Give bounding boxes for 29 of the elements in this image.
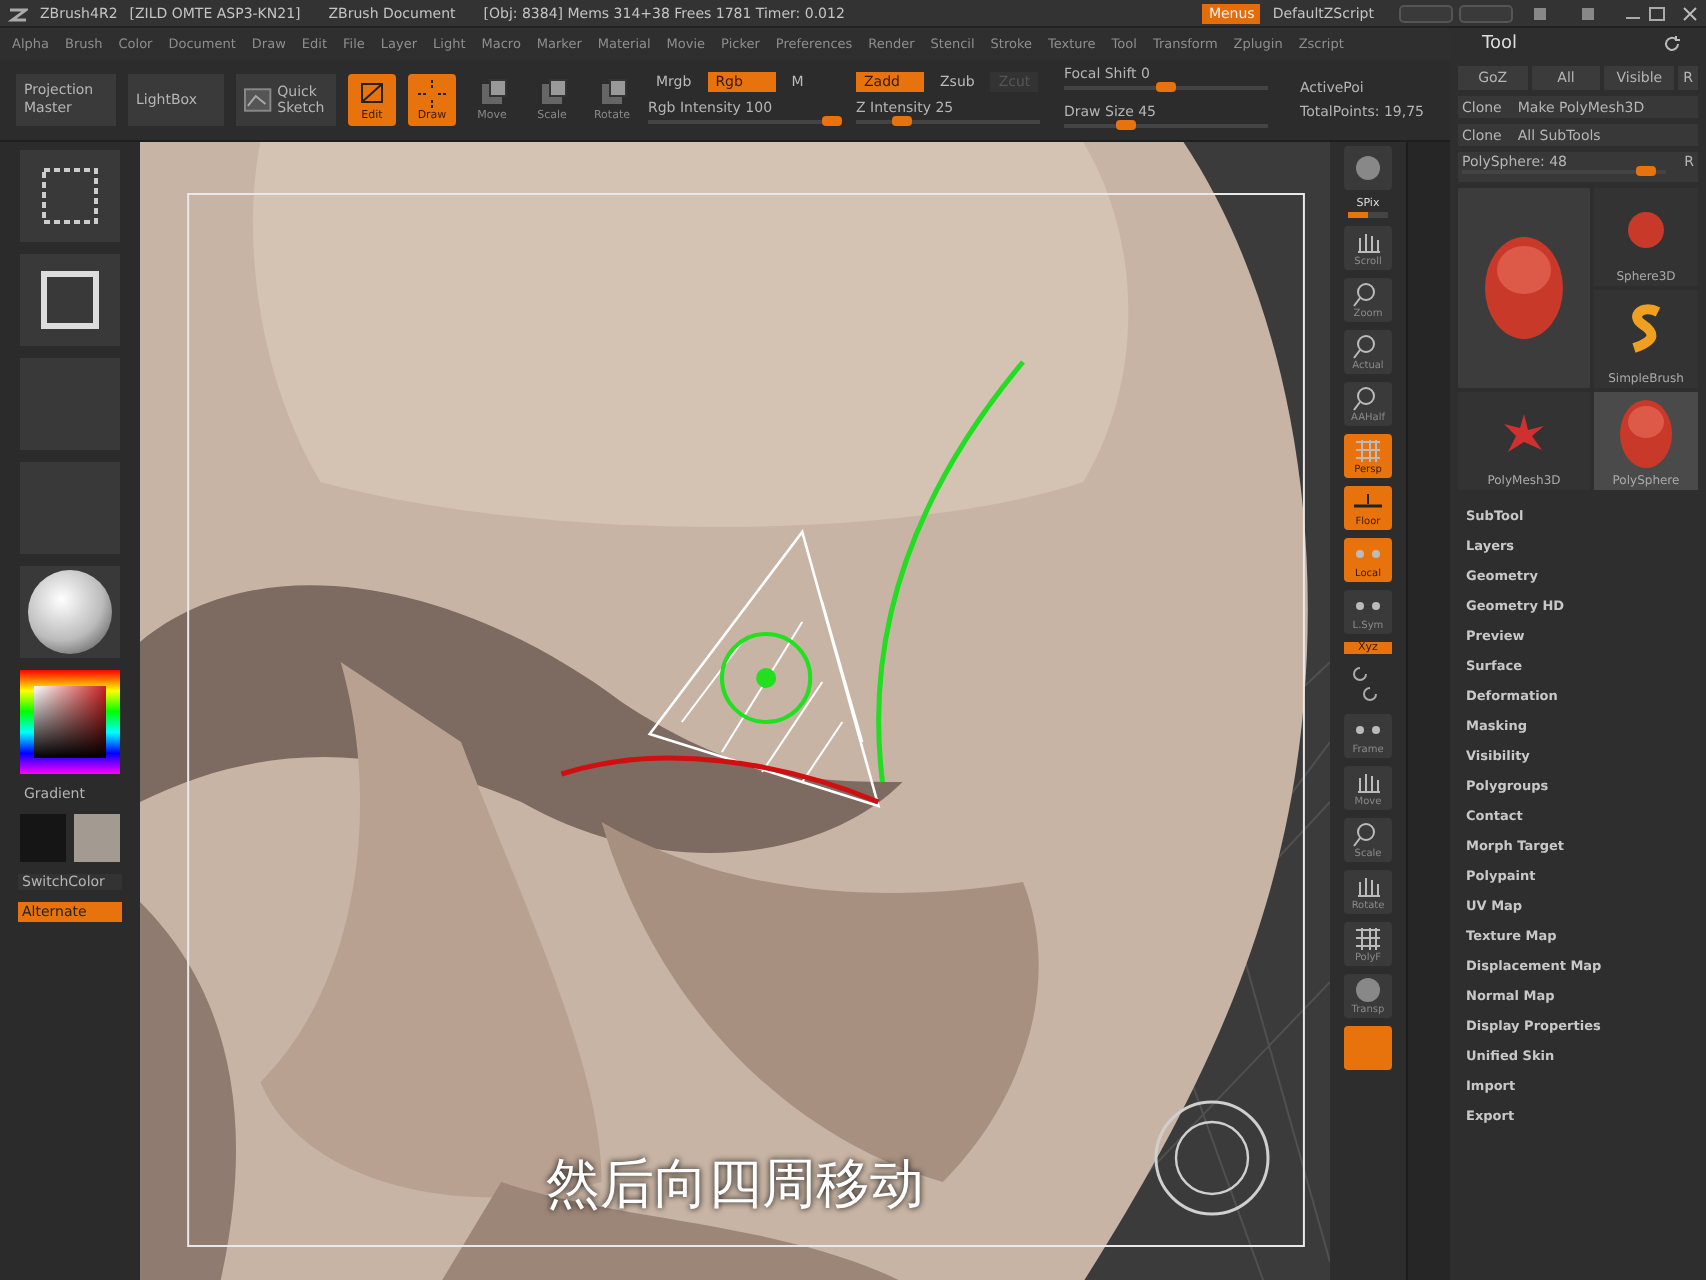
- sketch-icon: [244, 88, 272, 112]
- dotted-square-icon: [40, 166, 100, 226]
- thumbnail-button[interactable]: [20, 254, 120, 346]
- navigation-ring-icon: [1152, 1098, 1272, 1218]
- slider-thumb[interactable]: [1635, 166, 1656, 176]
- slider-thumb[interactable]: [1156, 82, 1176, 92]
- slider-thumb[interactable]: [822, 115, 842, 125]
- crosshair-icon: [416, 78, 448, 110]
- sphere-icon: [1352, 976, 1384, 1004]
- square-icon: [40, 270, 100, 330]
- thumbnail-button[interactable]: [20, 566, 120, 658]
- sphere-icon: [26, 568, 114, 656]
- subtitle-text: 然后向四周移动: [544, 1152, 926, 1220]
- color-picker[interactable]: [20, 670, 120, 774]
- grid-icon: [1352, 436, 1384, 464]
- color-swatch[interactable]: [74, 814, 120, 862]
- palette-title: Tool: [1482, 34, 1517, 54]
- shelf-button[interactable]: [1344, 146, 1392, 190]
- window-buttons-icon: [1530, 3, 1670, 23]
- refresh-icon: [1662, 34, 1682, 54]
- sphere-icon: [1352, 154, 1384, 182]
- slider-thumb[interactable]: [1115, 120, 1136, 130]
- tool-thumbnail[interactable]: [1458, 188, 1590, 388]
- grid-icon: [1352, 924, 1384, 952]
- app-logo-icon: [8, 3, 28, 23]
- slider-fill[interactable]: [1348, 212, 1368, 218]
- thumbnail-button[interactable]: [20, 150, 120, 242]
- close-icon: [1682, 5, 1698, 21]
- slider-thumb[interactable]: [892, 115, 912, 125]
